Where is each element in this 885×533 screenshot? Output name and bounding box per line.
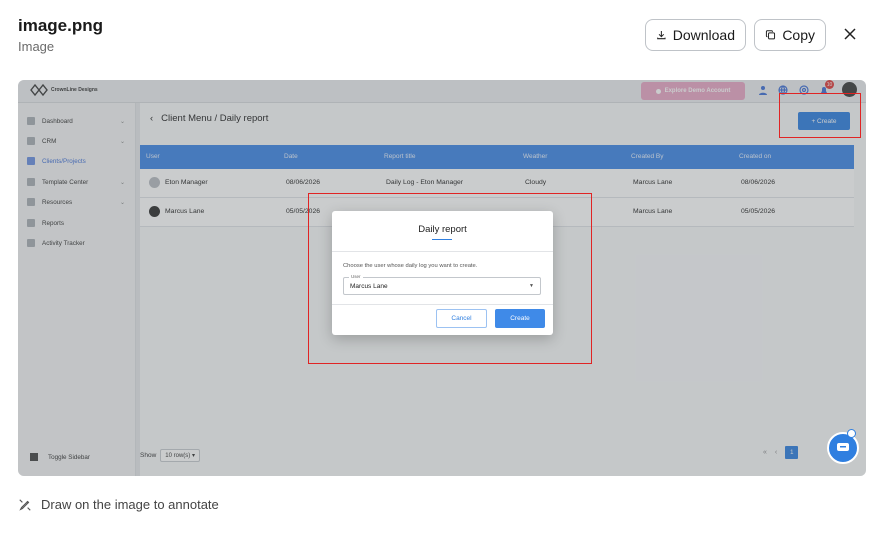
sidebar-item-clients-projects[interactable]: Clients/Projects — [27, 155, 131, 167]
sidebar: Dashboard ⌄ CRM ⌄ Clients/Projects Templ… — [18, 103, 136, 476]
rows-per-page: Show 10 row(s) ▾ — [140, 449, 200, 462]
table-header: User Date Report title Weather Created B… — [140, 145, 854, 169]
table-footer: Show 10 row(s) ▾ « ‹ 1 — [140, 443, 854, 463]
sidebar-item-label: CRM — [42, 137, 57, 145]
copy-icon — [765, 30, 776, 40]
sidebar-item-label: Template Center — [42, 178, 89, 186]
table-cell: Marcus Lane — [633, 208, 673, 215]
viewer-title: image.png — [18, 16, 104, 35]
app-topbar: CrownLine Designs Explore Demo Account 1… — [18, 80, 866, 103]
brand-name: CrownLine Designs — [51, 87, 98, 93]
column-header[interactable]: Created on — [739, 153, 771, 160]
annotation-box-modal — [308, 193, 592, 364]
annotate-label: Draw on the image to annotate — [41, 497, 219, 512]
page-number[interactable]: 1 — [785, 446, 799, 459]
sidebar-item-activity-tracker[interactable]: Activity Tracker — [27, 237, 131, 249]
rows-per-page-value: 10 row(s) — [165, 452, 191, 459]
avatar — [149, 206, 160, 217]
sidebar-item-label: Dashboard — [42, 117, 73, 125]
resources-icon — [27, 198, 35, 206]
sidebar-item-resources[interactable]: Resources ⌄ — [27, 196, 131, 208]
chevron-down-icon: ▾ — [190, 453, 195, 459]
table-cell: Eton Manager — [165, 179, 208, 186]
download-label: Download — [672, 27, 735, 43]
chevron-down-icon: ⌄ — [119, 179, 125, 186]
download-icon — [657, 30, 666, 40]
chevron-down-icon: ⌄ — [119, 199, 125, 206]
first-page-icon[interactable]: « — [763, 449, 767, 456]
rows-per-page-select[interactable]: 10 row(s) ▾ — [160, 449, 200, 462]
copy-label: Copy — [782, 27, 815, 43]
table-cell: Cloudy — [525, 179, 547, 186]
sidebar-item-dashboard[interactable]: Dashboard ⌄ — [27, 115, 131, 127]
column-header[interactable]: Weather — [523, 153, 547, 160]
annotation-box-create — [779, 93, 861, 138]
crm-icon — [27, 137, 35, 145]
toggle-sidebar-button[interactable]: Toggle Sidebar — [30, 453, 90, 461]
sidebar-item-label: Clients/Projects — [42, 157, 86, 165]
chevron-down-icon: ⌄ — [119, 138, 125, 145]
chat-icon — [837, 443, 849, 451]
back-icon[interactable]: ‹ — [150, 113, 153, 124]
table-cell: Marcus Lane — [165, 208, 205, 215]
notification-badge: 10 — [825, 80, 834, 89]
dashboard-icon — [27, 117, 35, 125]
table-cell: 08/06/2026 — [286, 179, 321, 186]
pagination: « ‹ 1 — [763, 446, 799, 459]
avatar — [149, 177, 160, 188]
breadcrumb: ‹ Client Menu / Daily report — [150, 113, 268, 124]
chat-minimize-icon[interactable] — [847, 429, 856, 438]
show-label: Show — [140, 452, 157, 459]
brand-logo: CrownLine Designs — [30, 83, 98, 97]
column-header[interactable]: Report title — [384, 153, 415, 160]
draw-icon — [19, 498, 31, 511]
download-button[interactable]: Download — [645, 19, 746, 51]
table-cell: 05/05/2026 — [741, 208, 776, 215]
table-cell: Marcus Lane — [633, 179, 673, 186]
sidebar-item-label: Reports — [42, 219, 65, 227]
close-icon — [844, 28, 856, 40]
explore-demo-button[interactable]: Explore Demo Account — [641, 82, 745, 100]
column-header[interactable]: Date — [284, 153, 298, 160]
reports-icon — [27, 219, 35, 227]
breadcrumb-text: Client Menu / Daily report — [161, 113, 269, 124]
user-icon — [655, 88, 661, 94]
annotate-hint[interactable]: Draw on the image to annotate — [18, 497, 219, 512]
brand-logo-icon — [30, 83, 48, 97]
prev-page-icon[interactable]: ‹ — [775, 449, 777, 456]
sidebar-item-label: Resources — [42, 198, 73, 206]
sidebar-toggle-icon — [30, 453, 38, 461]
template-icon — [27, 178, 35, 186]
sidebar-item-crm[interactable]: CRM ⌄ — [27, 135, 131, 147]
explore-label: Explore Demo Account — [664, 88, 731, 94]
table-cell: 08/06/2026 — [741, 179, 776, 186]
sidebar-item-template-center[interactable]: Template Center ⌄ — [27, 176, 131, 188]
column-header[interactable]: Created By — [631, 153, 664, 160]
close-button[interactable] — [840, 24, 860, 44]
activity-icon — [27, 239, 35, 247]
sidebar-item-reports[interactable]: Reports — [27, 217, 131, 229]
toggle-sidebar-label: Toggle Sidebar — [48, 453, 91, 461]
sidebar-item-label: Activity Tracker — [42, 239, 85, 247]
table-cell: Daily Log - Eton Manager — [386, 179, 464, 186]
chevron-down-icon: ⌄ — [119, 118, 125, 125]
copy-button[interactable]: Copy — [754, 19, 826, 51]
user-icon[interactable] — [758, 85, 768, 95]
column-header[interactable]: User — [146, 153, 160, 160]
clients-icon — [27, 157, 35, 165]
viewer-subtitle: Image — [18, 39, 55, 54]
screenshot-image[interactable]: CrownLine Designs Explore Demo Account 1… — [18, 80, 866, 476]
